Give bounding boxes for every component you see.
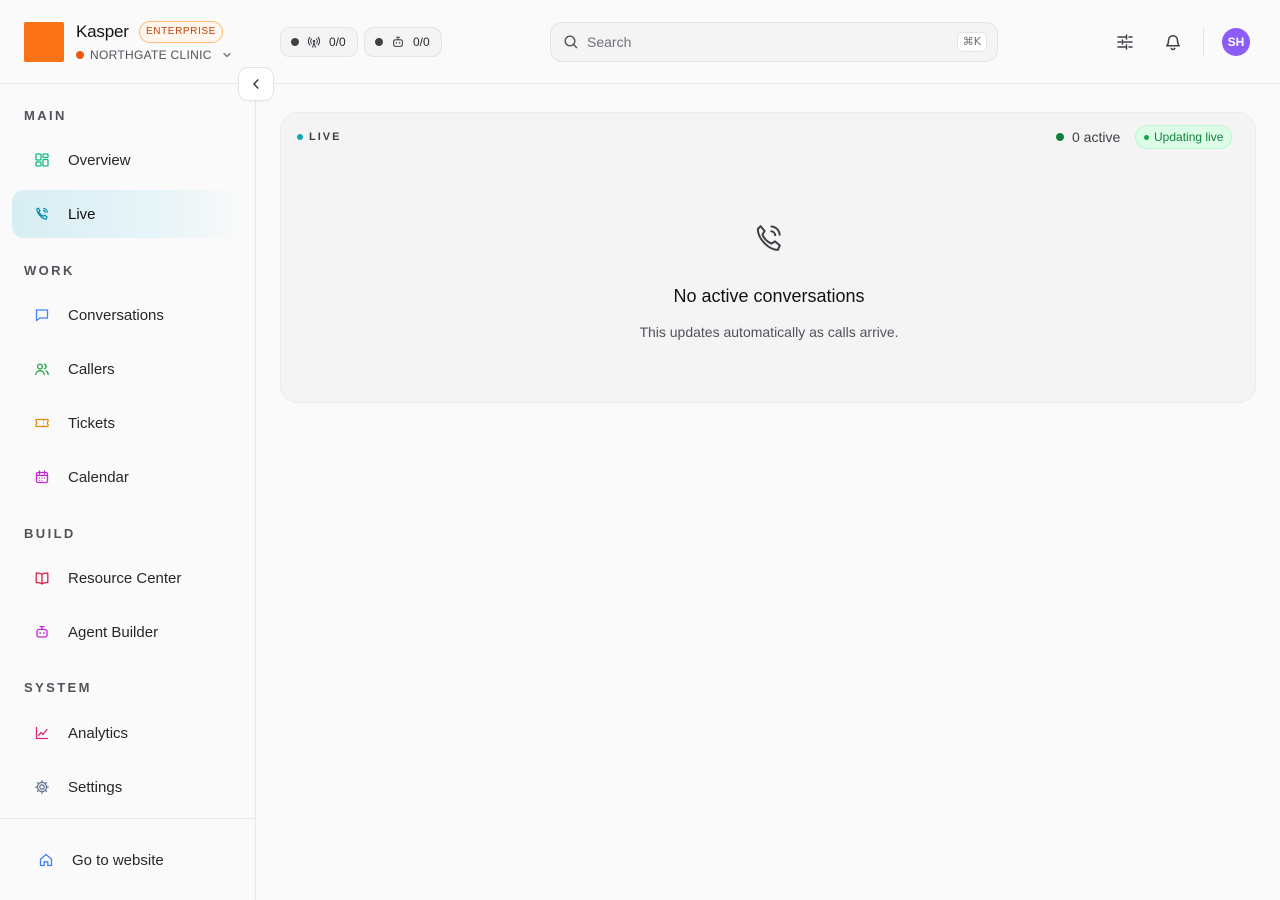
notifications-button[interactable] bbox=[1161, 30, 1185, 54]
agents-status-dot bbox=[375, 38, 383, 46]
search-icon bbox=[564, 35, 578, 49]
sidebar-item-label: Resource Center bbox=[68, 569, 182, 587]
calls-status-pill[interactable]: 0/0 bbox=[280, 27, 358, 57]
sidebar-item-live[interactable]: Live bbox=[12, 190, 244, 238]
section-label-work: WORK bbox=[24, 263, 75, 278]
message-square-icon bbox=[35, 309, 49, 322]
agents-status-count: 0/0 bbox=[413, 35, 430, 49]
ticket-icon bbox=[35, 418, 49, 428]
sidebar-item-settings[interactable]: Settings bbox=[12, 763, 244, 811]
live-dot bbox=[297, 134, 303, 140]
org-switcher[interactable]: NORTHGATE CLINIC bbox=[76, 47, 232, 63]
phone-call-icon bbox=[756, 225, 781, 251]
calls-status-dot bbox=[291, 38, 299, 46]
calendar-icon bbox=[35, 470, 49, 484]
sidebar-item-label: Live bbox=[68, 205, 96, 223]
bell-icon bbox=[1165, 34, 1181, 51]
agents-status-pill[interactable]: 0/0 bbox=[364, 27, 442, 57]
sidebar-item-label: Settings bbox=[68, 778, 123, 796]
brand-name[interactable]: Kasper bbox=[76, 22, 129, 42]
live-conversations-panel: LIVE 0 active Updating live No active co… bbox=[280, 112, 1256, 403]
go-to-website-link[interactable]: Go to website bbox=[12, 836, 244, 884]
sidebar-item-analytics[interactable]: Analytics bbox=[12, 709, 244, 757]
section-label-build: BUILD bbox=[24, 526, 76, 541]
sliders-icon bbox=[1117, 34, 1133, 50]
users-icon bbox=[35, 363, 49, 376]
chevron-left-icon bbox=[253, 79, 259, 89]
live-tag-label: LIVE bbox=[309, 131, 342, 143]
top-header: Kasper ENTERPRISE NORTHGATE CLINIC 0/0 0… bbox=[0, 0, 1280, 84]
sidebar-item-overview[interactable]: Overview bbox=[12, 136, 244, 184]
empty-state-subtitle: This updates automatically as calls arri… bbox=[639, 324, 899, 340]
sidebar-item-callers[interactable]: Callers bbox=[12, 345, 244, 393]
sidebar-item-conversations[interactable]: Conversations bbox=[12, 291, 244, 339]
sidebar-item-label: Agent Builder bbox=[68, 623, 159, 641]
sidebar-item-label: Analytics bbox=[68, 724, 129, 742]
active-status-dot bbox=[1056, 133, 1064, 141]
active-count-label: 0 active bbox=[1072, 129, 1121, 145]
org-status-dot bbox=[76, 51, 84, 59]
updating-live-badge: Updating live bbox=[1135, 125, 1233, 149]
sidebar-item-agent-builder[interactable]: Agent Builder bbox=[12, 608, 244, 656]
filters-button[interactable] bbox=[1113, 30, 1137, 54]
updating-dot bbox=[1144, 134, 1149, 140]
phone-call-icon bbox=[36, 207, 48, 220]
collapse-sidebar-button[interactable] bbox=[238, 67, 274, 101]
search-input[interactable] bbox=[587, 34, 957, 50]
sidebar-item-calendar[interactable]: Calendar bbox=[12, 453, 244, 501]
active-count: 0 active bbox=[1056, 129, 1120, 145]
chevron-down-icon bbox=[223, 52, 231, 58]
sidebar-divider bbox=[0, 818, 255, 819]
section-label-main: MAIN bbox=[24, 108, 67, 123]
brand-logo[interactable] bbox=[24, 22, 64, 62]
broadcast-icon bbox=[307, 36, 321, 48]
updating-live-label: Updating live bbox=[1154, 130, 1224, 144]
live-tag: LIVE bbox=[297, 131, 341, 143]
sidebar-item-label: Overview bbox=[68, 151, 131, 169]
header-divider bbox=[1203, 28, 1204, 56]
line-chart-icon bbox=[35, 726, 49, 740]
bot-icon bbox=[36, 625, 48, 638]
search-shortcut-hint: ⌘K bbox=[956, 32, 987, 52]
plan-badge: ENTERPRISE bbox=[139, 21, 223, 43]
empty-state-title: No active conversations bbox=[673, 286, 865, 306]
go-to-website-label: Go to website bbox=[72, 851, 164, 869]
calls-status-count: 0/0 bbox=[329, 35, 346, 49]
grid-icon bbox=[35, 153, 49, 167]
sidebar: MAIN Overview Live WORK Conversations Ca… bbox=[0, 84, 256, 900]
sidebar-item-tickets[interactable]: Tickets bbox=[12, 399, 244, 447]
home-icon bbox=[39, 853, 53, 867]
bot-icon bbox=[393, 36, 403, 47]
sidebar-item-label: Callers bbox=[68, 360, 115, 378]
book-open-icon bbox=[35, 572, 49, 585]
sidebar-item-resource-center[interactable]: Resource Center bbox=[12, 554, 244, 602]
sidebar-item-label: Tickets bbox=[68, 414, 115, 432]
avatar[interactable]: SH bbox=[1222, 28, 1250, 56]
org-name: NORTHGATE CLINIC bbox=[90, 48, 212, 62]
sidebar-item-label: Calendar bbox=[68, 468, 129, 486]
sidebar-item-label: Conversations bbox=[68, 306, 164, 324]
section-label-system: SYSTEM bbox=[24, 680, 92, 695]
search-bar[interactable]: ⌘K bbox=[550, 22, 998, 62]
gear-icon bbox=[35, 780, 49, 794]
